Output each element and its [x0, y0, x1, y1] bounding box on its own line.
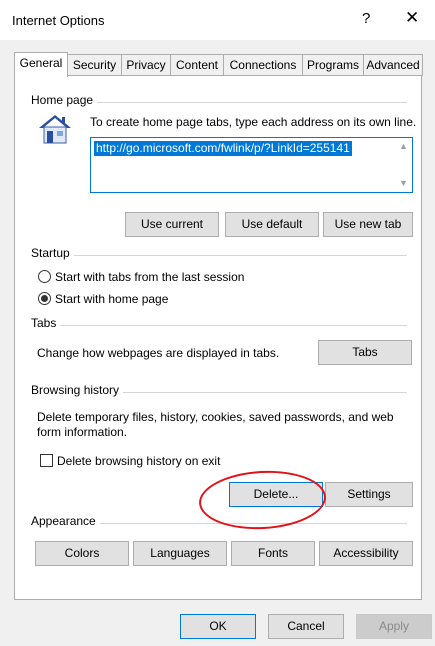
tab-security[interactable]: Security	[67, 54, 122, 76]
startup-group-title: Startup	[31, 246, 74, 260]
home-page-url: http://go.microsoft.com/fwlink/p/?LinkId…	[94, 141, 352, 156]
apply-button[interactable]: Apply	[356, 614, 432, 639]
general-tab-panel: Home page To create home page tabs, type…	[14, 75, 422, 600]
home-page-group-title: Home page	[31, 93, 98, 107]
startup-last-session-radio[interactable]	[38, 270, 51, 283]
tabs-description: Change how webpages are displayed in tab…	[37, 346, 280, 360]
tabs-button[interactable]: Tabs	[318, 340, 412, 365]
close-button[interactable]: ✕	[405, 8, 419, 28]
cancel-button[interactable]: Cancel	[268, 614, 344, 639]
ok-button[interactable]: OK	[180, 614, 256, 639]
settings-button[interactable]: Settings	[325, 482, 413, 507]
appearance-group-title: Appearance	[31, 514, 100, 528]
fonts-button[interactable]: Fonts	[231, 541, 315, 566]
title-bar: Internet Options ? ✕	[0, 0, 435, 40]
group-divider	[31, 255, 407, 256]
tab-advanced[interactable]: Advanced	[363, 54, 423, 76]
group-divider	[31, 325, 407, 326]
tabs-group-title: Tabs	[31, 316, 61, 330]
use-new-tab-button[interactable]: Use new tab	[323, 212, 413, 237]
browsing-history-group-title: Browsing history	[31, 383, 124, 397]
tab-programs[interactable]: Programs	[302, 54, 364, 76]
home-page-description: To create home page tabs, type each addr…	[90, 115, 417, 129]
delete-on-exit-label[interactable]: Delete browsing history on exit	[57, 454, 220, 468]
colors-button[interactable]: Colors	[35, 541, 129, 566]
tab-connections[interactable]: Connections	[223, 54, 303, 76]
browsing-history-description-line1: Delete temporary files, history, cookies…	[37, 410, 394, 424]
use-default-button[interactable]: Use default	[225, 212, 319, 237]
help-button[interactable]: ?	[362, 10, 370, 27]
languages-button[interactable]: Languages	[133, 541, 227, 566]
home-page-address-box[interactable]: http://go.microsoft.com/fwlink/p/?LinkId…	[90, 137, 413, 193]
tab-content[interactable]: Content	[170, 54, 224, 76]
window-title: Internet Options	[12, 13, 105, 28]
address-scrollbar[interactable]: ▲ ▼	[395, 138, 412, 192]
accessibility-button[interactable]: Accessibility	[319, 541, 413, 566]
delete-button[interactable]: Delete...	[229, 482, 323, 507]
scroll-down-icon[interactable]: ▼	[399, 178, 408, 188]
tab-general[interactable]: General	[14, 52, 68, 77]
startup-last-session-label[interactable]: Start with tabs from the last session	[55, 270, 244, 284]
delete-on-exit-checkbox[interactable]	[40, 454, 53, 467]
use-current-button[interactable]: Use current	[125, 212, 219, 237]
tab-privacy[interactable]: Privacy	[121, 54, 171, 76]
startup-home-page-label[interactable]: Start with home page	[55, 292, 168, 306]
home-icon	[37, 112, 73, 146]
startup-home-page-radio[interactable]	[38, 292, 51, 305]
scroll-up-icon[interactable]: ▲	[399, 141, 408, 151]
browsing-history-description-line2: form information.	[37, 425, 128, 439]
